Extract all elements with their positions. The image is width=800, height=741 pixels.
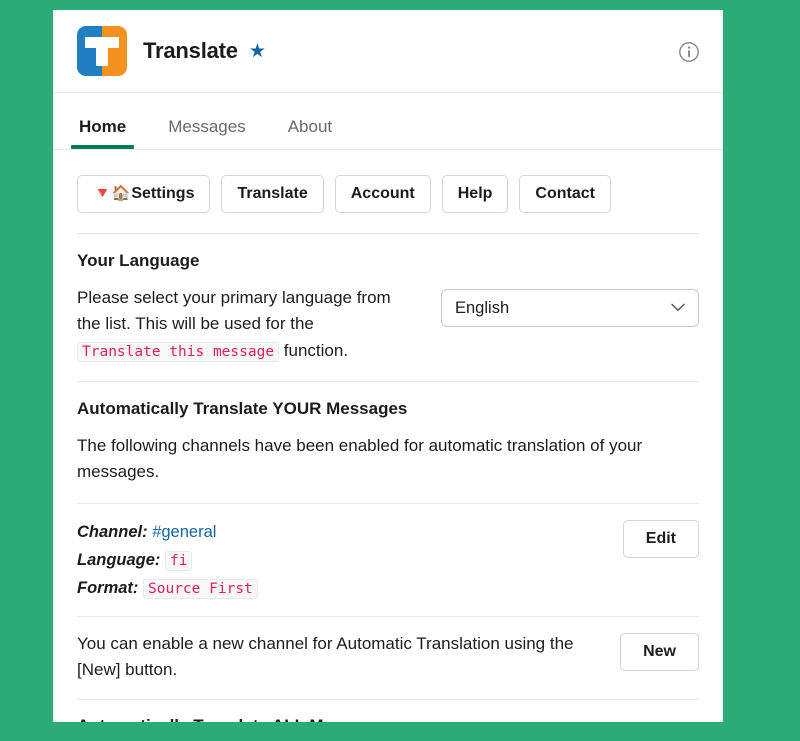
- primary-language-select[interactable]: English: [441, 289, 699, 327]
- app-body: 🔻🏠Settings Translate Account Help Contac…: [53, 150, 723, 722]
- channel-details: Channel: #general Language: fi Format: S…: [77, 518, 258, 603]
- your-language-text-after: function.: [283, 340, 349, 360]
- tab-messages[interactable]: Messages: [166, 117, 247, 149]
- format-label: Format:: [77, 579, 139, 598]
- language-row: Language: fi: [77, 546, 258, 574]
- new-channel-hint: You can enable a new channel for Automat…: [77, 633, 574, 680]
- app-header: Translate ★: [53, 10, 723, 92]
- tab-about[interactable]: About: [286, 117, 334, 149]
- translate-logo-icon: [77, 26, 127, 76]
- auto-all-heading: Automatically Translate ALL Messages: [77, 716, 699, 722]
- channel-entry: Channel: #general Language: fi Format: S…: [77, 504, 699, 616]
- page-title: Translate: [143, 38, 238, 63]
- your-language-text-before: Please select your primary language from…: [77, 288, 391, 334]
- settings-button-label: Settings: [131, 185, 195, 202]
- format-code-value: Source First: [143, 579, 258, 600]
- tab-home[interactable]: Home: [70, 117, 135, 149]
- your-language-description: Please select your primary language from…: [77, 285, 407, 364]
- account-button[interactable]: Account: [334, 175, 431, 213]
- action-button-row: 🔻🏠Settings Translate Account Help Contac…: [77, 150, 699, 233]
- divider-above-auto-your: [77, 381, 699, 383]
- settings-button[interactable]: 🔻🏠Settings: [77, 175, 211, 213]
- format-row: Format: Source First: [77, 574, 258, 602]
- logo-t-stem: [96, 37, 108, 66]
- help-button[interactable]: Help: [441, 175, 509, 213]
- channel-label: Channel:: [77, 522, 148, 541]
- translate-this-message-code: Translate this message: [77, 341, 280, 362]
- language-label: Language:: [77, 551, 161, 570]
- tab-bar: Home Messages About: [53, 93, 723, 149]
- contact-button[interactable]: Contact: [519, 175, 611, 213]
- divider-above-auto-all: [77, 698, 699, 700]
- new-channel-row: You can enable a new channel for Automat…: [77, 617, 699, 699]
- app-home-card: Translate ★ Home Messages About 🔻🏠Settin…: [53, 10, 723, 722]
- info-icon[interactable]: [678, 41, 700, 63]
- star-icon[interactable]: ★: [249, 42, 266, 61]
- edit-button[interactable]: Edit: [622, 519, 699, 558]
- translate-button[interactable]: Translate: [221, 175, 324, 213]
- new-button[interactable]: New: [620, 632, 699, 671]
- channel-row: Channel: #general: [77, 518, 258, 546]
- chevron-down-icon: [671, 299, 685, 317]
- divider-above-your-language: [77, 233, 699, 234]
- your-language-heading: Your Language: [77, 251, 200, 270]
- channel-link[interactable]: #general: [152, 523, 216, 541]
- settings-emoji-icons: 🔻🏠: [93, 184, 131, 202]
- your-language-row: Please select your primary language from…: [77, 285, 699, 381]
- auto-your-description: The following channels have been enabled…: [77, 436, 643, 482]
- primary-language-value: English: [455, 298, 510, 317]
- auto-your-heading: Automatically Translate YOUR Messages: [77, 399, 408, 419]
- language-code-value: fi: [165, 551, 193, 572]
